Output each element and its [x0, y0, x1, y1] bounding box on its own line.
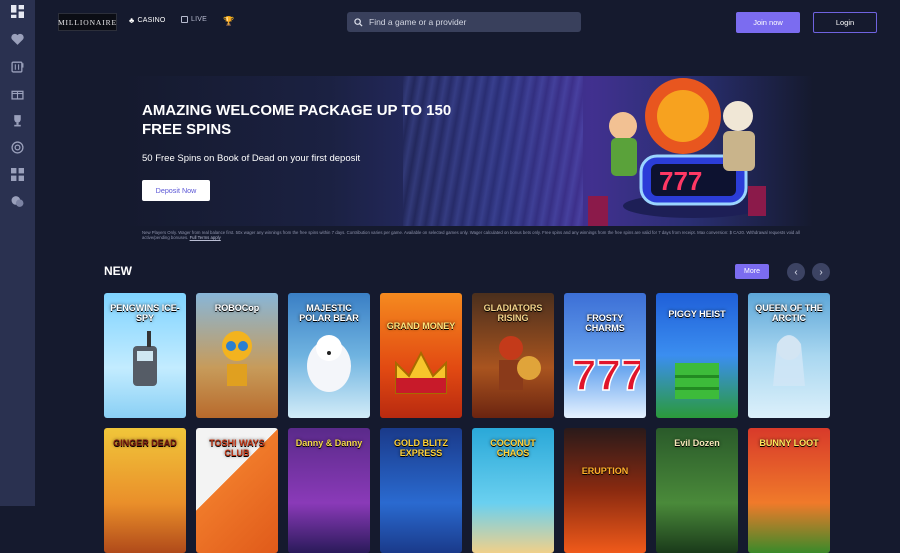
slot-machine-icon[interactable] — [11, 60, 24, 73]
chat-icon[interactable] — [11, 195, 24, 208]
game-title: COCONUT CHAOS — [490, 438, 536, 458]
banner-slot-art: 777 — [588, 78, 766, 226]
banner-subtitle: 50 Free Spins on Book of Dead on your fi… — [142, 153, 361, 164]
club-icon: ♣ — [129, 16, 135, 25]
polar-bear-art — [307, 335, 351, 392]
game-title: PIGGY HEIST — [668, 309, 726, 319]
game-title: GRAND MONEY — [386, 321, 456, 331]
svg-text:777: 777 — [659, 166, 702, 196]
game-tile[interactable]: PIGGY HEIST — [656, 293, 738, 418]
game-title: QUEEN OF THE ARCTIC — [755, 303, 823, 323]
apps-icon[interactable] — [11, 168, 24, 181]
crown-art — [395, 350, 447, 394]
triple-seven-art: 777 — [571, 350, 640, 398]
game-tile[interactable]: MAJESTIC POLAR BEAR — [288, 293, 370, 418]
section-title-new: NEW — [104, 264, 132, 278]
ice-queen-art — [773, 335, 805, 386]
banner-title: AMAZING WELCOME PACKAGE UP TO 150 FREE S… — [142, 102, 452, 138]
walkie-talkie-art — [133, 331, 157, 386]
more-button[interactable]: More — [735, 264, 769, 279]
game-tile[interactable]: Evil Dozen — [656, 428, 738, 553]
nav-casino-label: CASINO — [137, 17, 166, 24]
grid-icon[interactable] — [11, 5, 24, 18]
chevron-left-icon: ‹ — [794, 266, 798, 278]
game-title: TOSHI WAYS CLUB — [209, 438, 265, 458]
heart-icon[interactable] — [11, 33, 24, 46]
chevron-right-icon: › — [819, 266, 823, 278]
nav-live[interactable]: LIVE — [181, 16, 207, 23]
banner-light-rays — [403, 76, 583, 226]
more-label: More — [744, 268, 760, 275]
logo-text: MILLIONAIRE — [57, 17, 118, 27]
game-tile[interactable]: GOLD BLITZ EXPRESS — [380, 428, 462, 553]
carousel-next-button[interactable]: › — [812, 263, 830, 281]
game-title: ERUPTION — [581, 466, 629, 476]
target-icon[interactable] — [11, 141, 24, 154]
game-title: GINGER DEAD — [113, 438, 177, 448]
game-title: FROSTY CHARMS — [585, 313, 625, 333]
join-now-label: Join now — [753, 18, 783, 27]
game-tile[interactable]: COCONUT CHAOS — [472, 428, 554, 553]
nav-live-label: LIVE — [191, 16, 207, 23]
promo-banner[interactable]: 777 — [123, 76, 813, 226]
carousel-prev-button[interactable]: ‹ — [787, 263, 805, 281]
game-title: BUNNY LOOT — [759, 438, 819, 448]
join-now-button[interactable]: Join now — [736, 12, 800, 33]
game-tile[interactable]: Danny & Danny — [288, 428, 370, 553]
robot-art — [222, 331, 252, 386]
brand-logo[interactable]: MILLIONAIRE — [58, 13, 117, 31]
game-tile[interactable]: FROSTY CHARMS 777 — [564, 293, 646, 418]
gift-icon[interactable] — [11, 87, 24, 100]
game-title: MAJESTIC POLAR BEAR — [299, 303, 359, 323]
money-stack-art — [675, 363, 719, 399]
login-label: Login — [835, 18, 855, 27]
game-tile[interactable]: BUNNY LOOT — [748, 428, 830, 553]
trophy-icon[interactable] — [11, 114, 24, 127]
live-tv-icon — [181, 16, 188, 23]
deposit-now-button[interactable]: Deposit Now — [142, 180, 210, 201]
search-input[interactable]: Find a game or a provider — [347, 12, 581, 32]
game-title: ROBOCop — [214, 303, 260, 313]
game-tile[interactable]: GLADIATORS RISING — [472, 293, 554, 418]
game-tile[interactable]: ERUPTION — [564, 428, 646, 553]
game-title: Danny & Danny — [295, 438, 363, 448]
game-tile[interactable]: TOSHI WAYS CLUB — [196, 428, 278, 553]
game-tile[interactable]: GRAND MONEY — [380, 293, 462, 418]
game-title: PENGWINS ICE-SPY — [110, 303, 180, 323]
sidebar — [0, 0, 35, 506]
terms-body: New Players Only. Wager from real balanc… — [142, 230, 800, 240]
svg-text:777: 777 — [572, 351, 640, 398]
game-tile[interactable]: ROBOCop — [196, 293, 278, 418]
trophy-icon: 🏆 — [223, 16, 235, 26]
main-area: MILLIONAIRE ♣ CASINO LIVE 🏆 Find a game … — [35, 0, 900, 553]
deposit-now-label: Deposit Now — [155, 186, 197, 195]
nav-tournaments[interactable]: 🏆 — [223, 16, 234, 27]
search-icon — [354, 17, 363, 27]
game-title: Evil Dozen — [674, 438, 720, 448]
full-terms-link[interactable]: Full Terms apply — [190, 235, 221, 240]
login-button[interactable]: Login — [813, 12, 877, 33]
game-title: GOLD BLITZ EXPRESS — [394, 438, 448, 458]
nav-casino[interactable]: ♣ CASINO — [129, 16, 166, 25]
terms-text: New Players Only. Wager from real balanc… — [142, 230, 810, 240]
game-tile[interactable]: QUEEN OF THE ARCTIC — [748, 293, 830, 418]
gladiator-art — [499, 336, 541, 390]
game-tile[interactable]: PENGWINS ICE-SPY — [104, 293, 186, 418]
search-placeholder: Find a game or a provider — [369, 17, 467, 27]
game-title: GLADIATORS RISING — [483, 303, 543, 323]
game-tile[interactable]: GINGER DEAD — [104, 428, 186, 553]
